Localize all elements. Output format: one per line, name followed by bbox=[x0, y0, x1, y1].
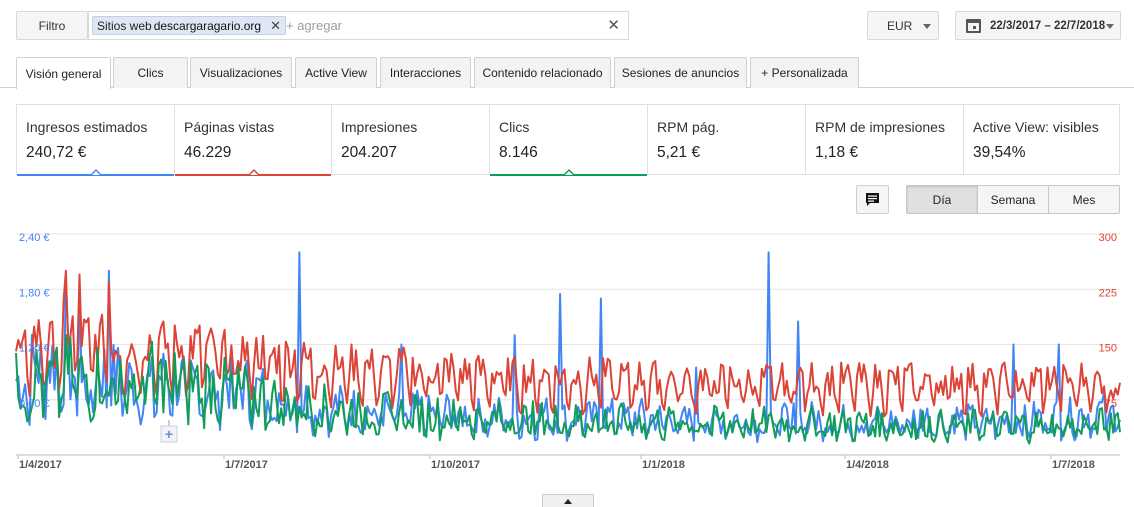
metric-notch bbox=[247, 168, 260, 175]
metric-name: Clics bbox=[499, 119, 530, 135]
left-axis-tick-label: 1,20 € bbox=[19, 343, 50, 355]
metric-active-view[interactable]: Active View: visibles 39,54% bbox=[964, 105, 1121, 175]
metric-value: 240,72 € bbox=[26, 144, 87, 161]
annotations-button[interactable] bbox=[856, 185, 889, 214]
right-axis-tick-label: 300 bbox=[1099, 232, 1117, 244]
metric-value: 39,54% bbox=[973, 144, 1026, 161]
metric-name: Ingresos estimados bbox=[26, 119, 148, 135]
performance-chart-svg: 2,40 € 1,80 € 1,20 € 0,60 € 300 225 150 75 1/4/2… bbox=[15, 232, 1121, 471]
chip-remove-icon[interactable]: ✕ bbox=[270, 18, 281, 34]
metric-clics[interactable]: Clics 8.146 bbox=[490, 105, 648, 176]
right-axis-tick-label: 75 bbox=[1105, 398, 1117, 410]
filter-chip-label: Sitios web bbox=[97, 18, 152, 33]
performance-chart[interactable]: 2,40 € 1,80 € 1,20 € 0,60 € 300 225 150 75 1/4/2… bbox=[0, 222, 1134, 477]
filter-button[interactable]: Filtro bbox=[16, 11, 88, 40]
filter-chip-site[interactable]: Sitios web descargaragario.org ✕ bbox=[92, 16, 287, 35]
metric-name: Active View: visibles bbox=[973, 119, 1099, 135]
right-axis-tick-label: 150 bbox=[1099, 343, 1117, 355]
chevron-down-icon bbox=[923, 24, 931, 29]
left-axis-tick-label: 2,40 € bbox=[19, 232, 50, 244]
metric-notch bbox=[90, 168, 102, 175]
tab-contenido-relacionado[interactable]: Contenido relacionado bbox=[474, 57, 611, 88]
metric-value: 1,18 € bbox=[815, 144, 859, 161]
metric-name: RPM pág. bbox=[657, 119, 720, 135]
add-annotation-marker[interactable]: + bbox=[160, 420, 178, 443]
metric-scorecards: Ingresos estimados 240,72 € Páginas vist… bbox=[16, 104, 1121, 176]
x-axis-tick-label: 1/1/2018 bbox=[642, 459, 685, 471]
metric-paginas-vistas[interactable]: Páginas vistas 46.229 bbox=[175, 105, 332, 176]
left-axis-tick-label: 1,80 € bbox=[19, 287, 50, 299]
add-filter-placeholder[interactable]: + agregar bbox=[286, 18, 342, 33]
metric-ingresos[interactable]: Ingresos estimados 240,72 € bbox=[17, 105, 175, 176]
tab-vision-general[interactable]: Visión general bbox=[16, 57, 111, 89]
x-axis-tick-label: 1/7/2018 bbox=[1052, 459, 1095, 471]
granularity-toggle: Día Semana Mes bbox=[906, 185, 1120, 214]
tab-clics[interactable]: Clics bbox=[113, 57, 188, 88]
currency-value: EUR bbox=[887, 18, 913, 33]
date-range-picker[interactable]: 22/3/2017 – 22/7/2018 bbox=[955, 11, 1121, 40]
metric-name: Impresiones bbox=[341, 119, 418, 135]
filter-chip-value: descargaragario.org bbox=[153, 18, 262, 33]
metric-value: 204.207 bbox=[341, 144, 398, 161]
x-axis-tick-label: 1/7/2017 bbox=[225, 459, 268, 471]
x-axis-tick-label: 1/4/2017 bbox=[19, 459, 62, 471]
collapse-chart-button[interactable] bbox=[542, 494, 594, 507]
x-axis-tick-label: 1/4/2018 bbox=[846, 459, 889, 471]
top-toolbar: Filtro Sitios web descargaragario.org ✕ … bbox=[0, 0, 1134, 56]
metric-value: 5,21 € bbox=[657, 144, 701, 161]
plus-icon: + bbox=[165, 426, 173, 442]
currency-select[interactable]: EUR bbox=[867, 11, 939, 40]
date-range-value: 22/3/2017 – 22/7/2018 bbox=[990, 19, 1106, 32]
metric-rpm-pag[interactable]: RPM pág. 5,21 € bbox=[648, 105, 806, 175]
chevron-down-icon bbox=[1106, 24, 1114, 29]
left-axis-tick-label: 0,60 € bbox=[19, 398, 50, 410]
metric-rpm-impresiones[interactable]: RPM de impresiones 1,18 € bbox=[806, 105, 964, 175]
metric-name: RPM de impresiones bbox=[815, 119, 945, 135]
caret-up-icon bbox=[564, 499, 572, 504]
tab-visualizaciones[interactable]: Visualizaciones bbox=[190, 57, 292, 88]
calendar-icon bbox=[966, 19, 981, 33]
metric-value: 8.146 bbox=[499, 144, 538, 161]
report-tabs: Visión general Clics Visualizaciones Act… bbox=[0, 57, 1134, 89]
granularity-month[interactable]: Mes bbox=[1049, 186, 1119, 213]
series-line-paginas-vistas bbox=[15, 269, 1121, 418]
tab-interacciones[interactable]: Interacciones bbox=[380, 57, 471, 88]
right-axis-tick-label: 225 bbox=[1099, 287, 1117, 299]
granularity-day[interactable]: Día bbox=[907, 186, 978, 213]
tab-sesiones-anuncios[interactable]: Sesiones de anuncios bbox=[614, 57, 747, 88]
granularity-week[interactable]: Semana bbox=[978, 186, 1049, 213]
metric-name: Páginas vistas bbox=[184, 119, 275, 135]
metric-notch bbox=[563, 168, 575, 175]
filter-input-box[interactable]: Sitios web descargaragario.org ✕ + agreg… bbox=[88, 11, 629, 40]
tab-personalizada[interactable]: + Personalizada bbox=[750, 57, 859, 88]
tab-active-view[interactable]: Active View bbox=[295, 57, 377, 88]
clear-filter-icon[interactable]: ✕ bbox=[607, 16, 620, 34]
metric-impresiones[interactable]: Impresiones 204.207 bbox=[332, 105, 490, 175]
metric-value: 46.229 bbox=[184, 144, 232, 161]
x-axis-tick-label: 1/10/2017 bbox=[431, 459, 480, 471]
comment-icon bbox=[866, 193, 879, 206]
